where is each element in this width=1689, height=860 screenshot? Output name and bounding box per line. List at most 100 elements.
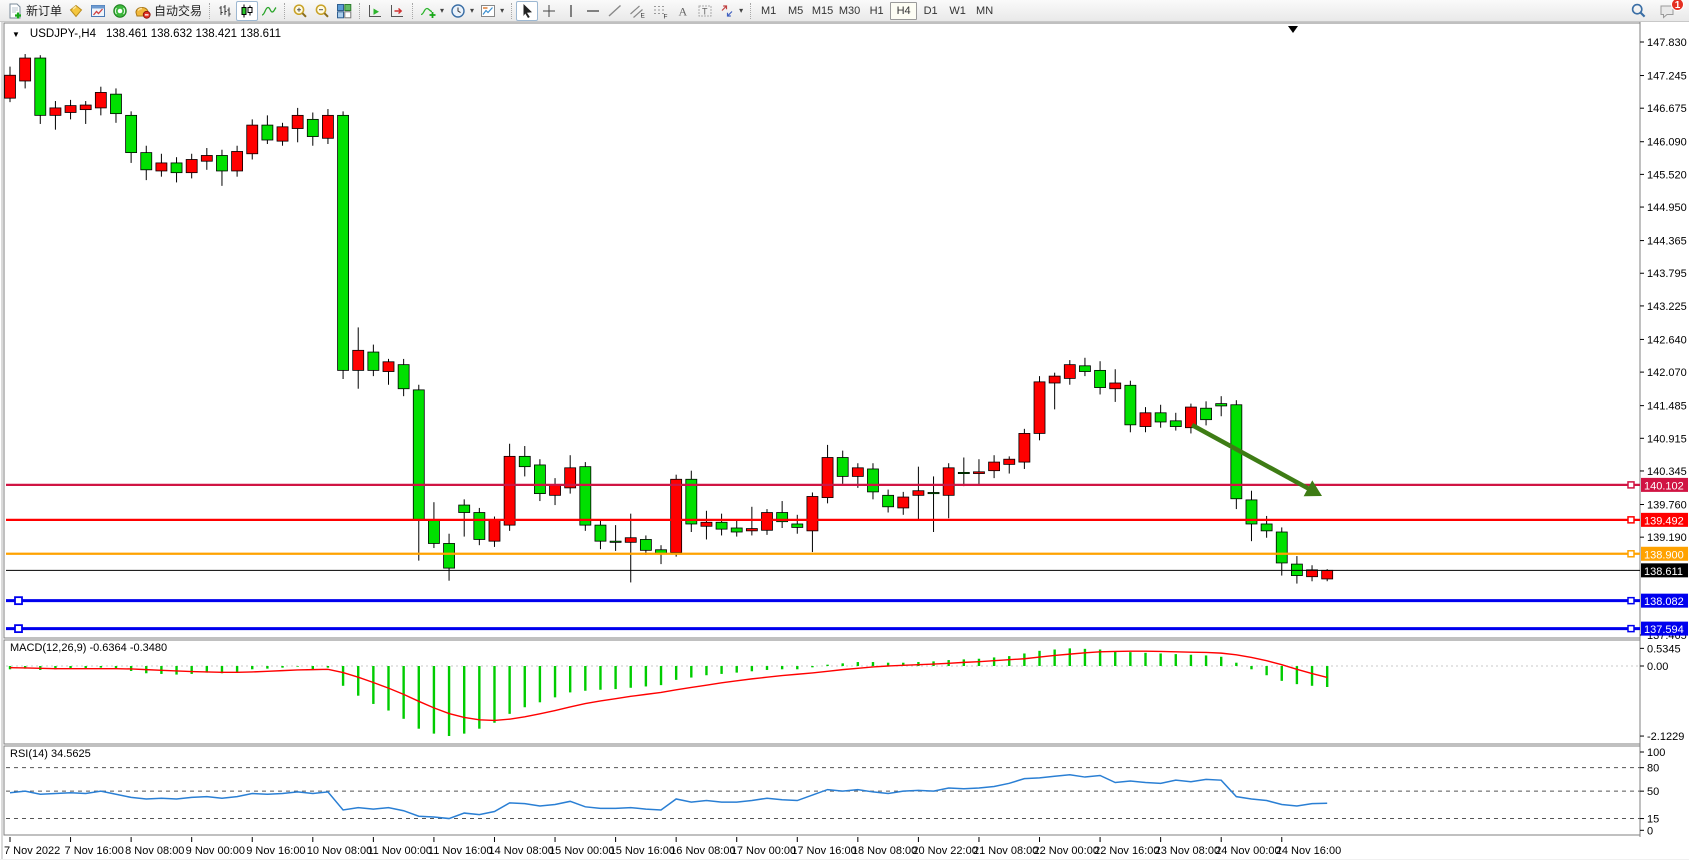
svg-text:139.760: 139.760 <box>1647 499 1687 511</box>
svg-text:18 Nov 08:00: 18 Nov 08:00 <box>852 845 917 857</box>
timeframe-button-H1[interactable]: H1 <box>863 2 890 20</box>
line-chart-button[interactable] <box>258 1 280 21</box>
tile-windows-button[interactable] <box>333 1 355 21</box>
candlestick-chart-icon <box>239 3 255 19</box>
text-label-button[interactable]: T <box>694 1 716 21</box>
svg-text:142.070: 142.070 <box>1647 367 1687 379</box>
text-icon: A <box>675 3 691 19</box>
svg-text:7 Nov 2022: 7 Nov 2022 <box>4 845 60 857</box>
svg-text:15 Nov 00:00: 15 Nov 00:00 <box>549 845 614 857</box>
svg-text:15: 15 <box>1647 814 1659 826</box>
equidistant-channel-icon: E <box>629 3 646 19</box>
timeframe-button-M15[interactable]: M15 <box>809 2 836 20</box>
timeframe-button-D1[interactable]: D1 <box>917 2 944 20</box>
svg-text:15 Nov 16:00: 15 Nov 16:00 <box>610 845 675 857</box>
svg-text:138.611: 138.611 <box>1644 566 1683 578</box>
chart-canvas[interactable]: 147.830147.245146.675146.090145.520144.9… <box>0 22 1689 859</box>
candle <box>762 513 773 531</box>
chart-window[interactable]: 147.830147.245146.675146.090145.520144.9… <box>0 22 1689 859</box>
candle <box>837 457 848 476</box>
new-chart-button[interactable] <box>87 1 109 21</box>
arrows-button[interactable]: ▾ <box>716 1 746 21</box>
candle <box>928 492 939 493</box>
timeframe-button-M5[interactable]: M5 <box>782 2 809 20</box>
line-handle <box>1628 551 1634 557</box>
candlestick-chart-button[interactable] <box>236 1 258 21</box>
svg-text:22 Nov 16:00: 22 Nov 16:00 <box>1094 845 1159 857</box>
toolbar-separator <box>511 3 512 19</box>
timeframe-button-MN[interactable]: MN <box>971 2 998 20</box>
svg-text:0: 0 <box>1647 825 1653 837</box>
svg-text:0.5345: 0.5345 <box>1647 643 1681 655</box>
candle <box>80 105 91 110</box>
svg-text:T: T <box>702 6 708 16</box>
candle <box>95 92 106 107</box>
candle <box>1155 413 1166 422</box>
chart-dropdown-icon[interactable]: ▼ <box>12 30 20 39</box>
templates-button[interactable]: ▾ <box>477 1 507 21</box>
crosshair-icon <box>541 3 557 19</box>
candle <box>1019 433 1030 462</box>
cursor-button[interactable] <box>516 1 538 21</box>
indicators-button[interactable]: ▾ <box>417 1 447 21</box>
candle <box>550 485 561 495</box>
text-button[interactable]: A <box>672 1 694 21</box>
notification-badge: 1 <box>1671 0 1684 11</box>
svg-text:143.795: 143.795 <box>1647 268 1687 280</box>
candle <box>958 472 969 473</box>
crosshair-button[interactable] <box>538 1 560 21</box>
quotes-button[interactable] <box>65 1 87 21</box>
svg-text:-2.1229: -2.1229 <box>1647 731 1684 743</box>
timeframe-button-M30[interactable]: M30 <box>836 2 863 20</box>
zoom-in-button[interactable] <box>289 1 311 21</box>
fibonacci-button[interactable]: F <box>649 1 672 21</box>
svg-text:16 Nov 08:00: 16 Nov 08:00 <box>670 845 735 857</box>
bar-chart-button[interactable] <box>214 1 236 21</box>
auto-trading-button[interactable]: 自动交易 <box>131 1 205 21</box>
auto-trading-label: 自动交易 <box>154 2 202 19</box>
timeframe-button-W1[interactable]: W1 <box>944 2 971 20</box>
svg-text:A: A <box>679 4 688 18</box>
svg-text:145.520: 145.520 <box>1647 169 1687 181</box>
candle <box>1291 564 1302 575</box>
horizontal-line-button[interactable] <box>582 1 604 21</box>
candle <box>383 362 394 372</box>
candle <box>444 543 455 568</box>
periods-button[interactable]: ▾ <box>447 1 477 21</box>
timeframe-button-M1[interactable]: M1 <box>755 2 782 20</box>
auto-scroll-button[interactable] <box>364 1 386 21</box>
radio-signal-icon <box>112 3 128 19</box>
candle <box>5 75 16 98</box>
clock-icon <box>450 3 466 19</box>
gold-nugget-icon <box>68 3 84 19</box>
candle <box>852 468 863 477</box>
line-handle <box>1628 517 1634 523</box>
svg-text:147.830: 147.830 <box>1647 37 1687 49</box>
zoom-out-button[interactable] <box>311 1 333 21</box>
ohlc-values: 138.461 138.632 138.421 138.611 <box>106 28 281 40</box>
toolbar-separator <box>284 3 285 19</box>
svg-text:143.225: 143.225 <box>1647 301 1687 313</box>
channel-button[interactable]: E <box>626 1 649 21</box>
line-handle <box>15 625 22 632</box>
trendline-button[interactable] <box>604 1 626 21</box>
chart-shift-button[interactable] <box>386 1 408 21</box>
timeframe-button-H4[interactable]: H4 <box>890 2 917 20</box>
candle <box>338 115 349 370</box>
candle <box>913 491 924 496</box>
vertical-line-button[interactable] <box>560 1 582 21</box>
market-watch-button[interactable] <box>109 1 131 21</box>
candle <box>141 153 152 170</box>
candle <box>292 115 303 128</box>
candle <box>792 524 803 527</box>
chart-title: ▼ USDJPY-,H4 138.461 138.632 138.421 138… <box>12 28 281 40</box>
dropdown-caret-icon: ▾ <box>500 6 504 15</box>
new-order-button[interactable]: 新订单 <box>4 1 65 21</box>
search-button[interactable] <box>1627 1 1650 21</box>
svg-text:146.675: 146.675 <box>1647 103 1687 115</box>
candle <box>595 525 606 541</box>
notifications-button[interactable]: 1 <box>1656 1 1679 21</box>
new-order-icon <box>7 3 23 19</box>
candle <box>110 94 121 113</box>
svg-text:144.365: 144.365 <box>1647 236 1687 248</box>
